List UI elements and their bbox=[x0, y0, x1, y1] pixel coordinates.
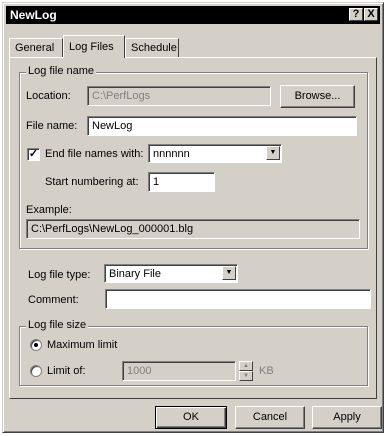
file-name-label: File name: bbox=[26, 120, 78, 132]
comment-field[interactable] bbox=[105, 289, 371, 309]
tab-schedule[interactable]: Schedule bbox=[125, 38, 179, 57]
browse-button[interactable]: Browse... bbox=[280, 85, 355, 108]
tab-panel: Log file name Location: C:\PerfLogs Brow… bbox=[9, 57, 377, 399]
title-bar: NewLog ? X bbox=[6, 6, 380, 24]
start-numbering-field[interactable]: 1 bbox=[148, 172, 215, 192]
spin-up-icon[interactable]: ▲ bbox=[239, 361, 253, 371]
limit-of-label: Limit of: bbox=[47, 365, 86, 377]
limit-unit: KB bbox=[259, 365, 274, 377]
close-button[interactable]: X bbox=[364, 8, 378, 21]
file-name-field[interactable]: NewLog bbox=[87, 116, 357, 136]
limit-spinner[interactable]: ▲ ▼ bbox=[239, 361, 253, 381]
end-file-names-checkbox[interactable]: ✓ bbox=[27, 148, 40, 161]
log-file-size-group: Log file size Maximum limit Limit of: 10… bbox=[19, 319, 368, 386]
end-file-names-label: End file names with: bbox=[45, 148, 144, 160]
log-file-type-label: Log file type: bbox=[28, 269, 91, 281]
ok-button[interactable]: OK bbox=[155, 406, 227, 429]
example-label: Example: bbox=[26, 204, 72, 216]
log-file-size-group-label: Log file size bbox=[26, 319, 89, 331]
start-numbering-label: Start numbering at: bbox=[45, 176, 139, 188]
spin-down-icon[interactable]: ▼ bbox=[239, 371, 253, 381]
dialog-window: NewLog ? X General Log Files Schedule Lo… bbox=[2, 2, 384, 433]
cancel-button[interactable]: Cancel bbox=[235, 406, 305, 429]
log-file-name-group-label: Log file name bbox=[26, 65, 97, 77]
log-file-name-group: Log file name Location: C:\PerfLogs Brow… bbox=[19, 65, 368, 249]
limit-of-field[interactable]: 1000 bbox=[122, 361, 236, 381]
end-file-names-value: nnnnnn bbox=[153, 148, 190, 160]
end-file-names-combo[interactable]: nnnnnn ▼ bbox=[148, 144, 282, 163]
window-title: NewLog bbox=[10, 8, 57, 22]
tab-log-files[interactable]: Log Files bbox=[63, 35, 125, 58]
location-field[interactable]: C:\PerfLogs bbox=[87, 86, 271, 106]
help-button[interactable]: ? bbox=[349, 8, 363, 21]
chevron-down-icon[interactable]: ▼ bbox=[222, 266, 236, 280]
maximum-limit-label: Maximum limit bbox=[47, 339, 118, 351]
limit-of-radio[interactable] bbox=[30, 365, 42, 377]
comment-label: Comment: bbox=[28, 294, 79, 306]
location-label: Location: bbox=[26, 90, 71, 102]
apply-button[interactable]: Apply bbox=[312, 406, 382, 429]
example-field: C:\PerfLogs\NewLog_000001.blg bbox=[26, 219, 360, 239]
log-file-type-value: Binary File bbox=[109, 268, 161, 280]
chevron-down-icon[interactable]: ▼ bbox=[266, 146, 280, 160]
log-file-type-combo[interactable]: Binary File ▼ bbox=[104, 264, 238, 283]
tab-general[interactable]: General bbox=[9, 38, 63, 57]
maximum-limit-radio[interactable] bbox=[30, 339, 42, 351]
